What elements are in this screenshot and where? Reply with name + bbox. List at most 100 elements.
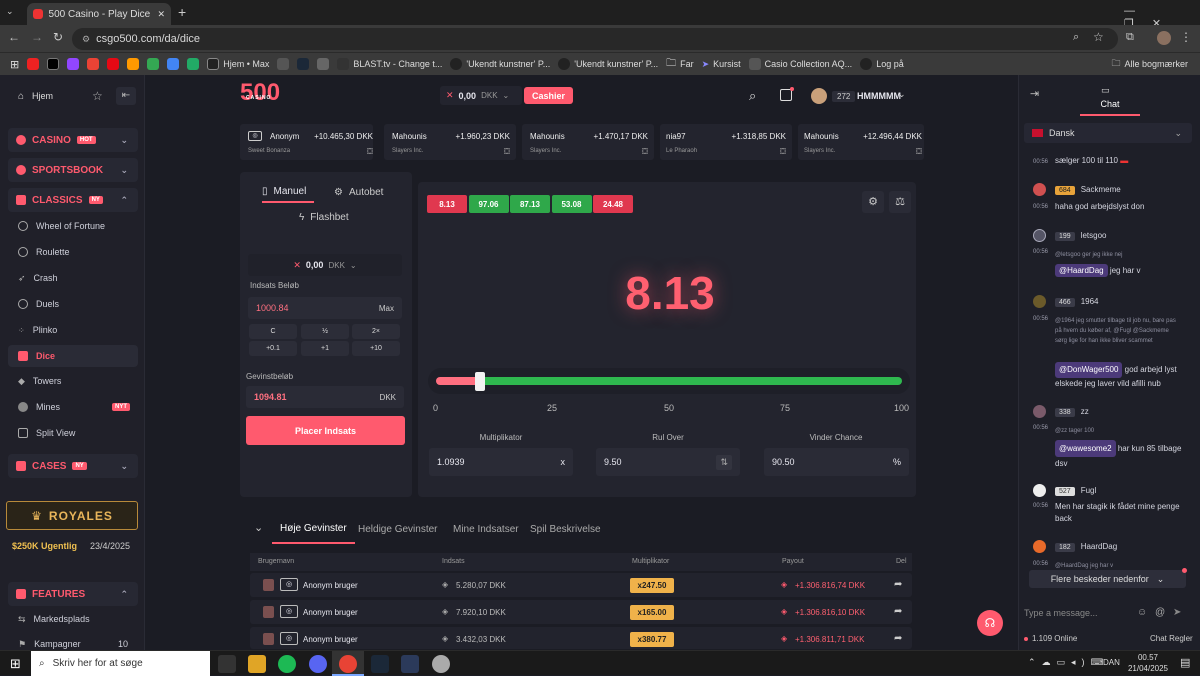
drive-icon[interactable]	[147, 58, 160, 70]
task-view-icon[interactable]	[218, 655, 236, 673]
app-icon[interactable]	[432, 655, 450, 673]
user-avatar[interactable]	[1033, 484, 1046, 497]
zoom-icon[interactable]: ⌕	[1073, 31, 1079, 44]
more-messages-button[interactable]: Flere beskeder nedenfor ⌄	[1029, 570, 1186, 588]
site-logo[interactable]: 500	[240, 81, 280, 105]
sidebar-item-mines[interactable]: Mines NYT	[8, 396, 138, 418]
netflix-icon[interactable]	[107, 58, 120, 70]
user-avatar[interactable]	[1033, 183, 1046, 196]
half-button[interactable]: ½	[301, 324, 349, 339]
sidebar-item-plinko[interactable]: ⁘ Plinko	[8, 319, 138, 341]
bookmark-icon-d[interactable]	[317, 58, 330, 70]
user-avatar[interactable]	[1033, 229, 1046, 242]
share-icon[interactable]: ➦	[894, 579, 902, 590]
bookmark-4[interactable]: 🗀 Far	[666, 56, 694, 73]
bookmark-6[interactable]: Casio Collection AQ...	[748, 58, 852, 70]
forward-icon[interactable]: →	[31, 30, 43, 44]
mention-tag[interactable]: @wawesome2	[1055, 440, 1116, 457]
history-chip[interactable]: 87.13	[510, 195, 550, 213]
sidebar-item-dice[interactable]: Dice	[8, 345, 138, 367]
youtube-icon[interactable]	[27, 58, 40, 70]
sidebar-item-split-view[interactable]: Split View	[8, 422, 138, 444]
ticker-item[interactable]: Mahounis Slayers Inc. +1.470,17 DKK ⛋	[522, 124, 654, 160]
file-explorer-icon[interactable]	[248, 655, 266, 673]
multiplier-input[interactable]: 1.0939 x	[429, 448, 573, 476]
message-user[interactable]: 1964	[1081, 297, 1099, 306]
search-icon[interactable]: ⌕	[749, 88, 756, 104]
close-tab-icon[interactable]: ✕	[157, 9, 165, 20]
sidebar-item-roulette[interactable]: Roulette	[8, 241, 138, 263]
steam-icon[interactable]	[371, 655, 389, 673]
ticker-item[interactable]: Mahounis Slayers Inc. +12.496,44 DKK ⛋	[798, 124, 924, 160]
bookmark-3[interactable]: 'Ukendt kunstner' P...	[558, 58, 658, 70]
ticker-item[interactable]: nia97 Le Pharaoh +1.318,85 DKK ⛋	[660, 124, 792, 160]
input-language[interactable]: DAN	[1103, 658, 1120, 667]
app-icon[interactable]	[401, 655, 419, 673]
user-avatar[interactable]	[811, 88, 827, 104]
max-button[interactable]: Max	[379, 304, 394, 313]
user-avatar[interactable]	[1033, 540, 1046, 553]
sidebar-sportsbook[interactable]: SPORTSBOOK ⌄	[8, 158, 138, 182]
back-icon[interactable]: ←	[8, 30, 20, 44]
share-icon[interactable]: ➦	[894, 633, 902, 644]
favorites-star-icon[interactable]: ☆	[92, 89, 103, 103]
steam-icon[interactable]	[297, 58, 310, 70]
notifications-icon[interactable]: ▤	[1180, 656, 1190, 669]
chrome-taskbar-item[interactable]	[332, 651, 364, 676]
tab-list-icon[interactable]: ⌄	[6, 6, 14, 17]
clock-time[interactable]: 00.57	[1128, 653, 1168, 662]
collapse-sidebar-icon[interactable]: ⇤	[116, 87, 136, 105]
bookmark-icon-b[interactable]	[187, 58, 200, 70]
share-icon[interactable]: ➦	[894, 606, 902, 617]
sidebar-classics[interactable]: CLASSICS NY ⌃	[8, 188, 138, 212]
extensions-icon[interactable]: ⧉	[1126, 31, 1134, 44]
royales-banner[interactable]: ♛ ROYALES	[6, 501, 138, 530]
sidebar-features[interactable]: FEATURES ⌃	[8, 582, 138, 606]
balance-selector[interactable]: ✕ 0,00 DKK ⌄	[440, 86, 522, 105]
menu-icon[interactable]: ⋮	[1180, 30, 1192, 44]
chat-title[interactable]: Chat	[1090, 99, 1130, 109]
user-avatar[interactable]	[1033, 295, 1046, 308]
sidebar-item-duels[interactable]: Duels	[8, 293, 138, 315]
settings-gear-icon[interactable]: ⚙	[862, 191, 884, 213]
browser-tab[interactable]: 500 Casino - Play Dice Game O ✕	[27, 3, 171, 25]
clear-button[interactable]: C	[249, 324, 297, 339]
double-button[interactable]: 2×	[352, 324, 400, 339]
tab-my-bets[interactable]: Mine Indsatser	[453, 514, 519, 544]
history-chip[interactable]: 24.48	[593, 195, 633, 213]
sidebar-cases[interactable]: CASES NY ⌄	[8, 454, 138, 478]
gmail-icon[interactable]	[87, 58, 100, 70]
bookmark-7[interactable]: Log på	[860, 58, 904, 70]
history-chip[interactable]: 53.08	[551, 195, 592, 213]
tab-autobet[interactable]: ⚙ Autobet	[334, 181, 383, 203]
bet-amount-input[interactable]: 1000.84 Max	[248, 297, 402, 319]
system-tray-icons[interactable]: ⌃☁▭◂)⌨	[1028, 657, 1110, 668]
twitch-icon[interactable]	[67, 58, 80, 70]
fairness-scale-icon[interactable]: ⚖	[889, 191, 911, 213]
add-1-button[interactable]: +1	[301, 341, 349, 356]
place-bet-button[interactable]: Placer Indsats	[246, 416, 405, 445]
cashier-button[interactable]: Cashier	[524, 87, 573, 104]
message-user[interactable]: HaardDag	[1081, 542, 1117, 551]
sidebar-item-crash[interactable]: ➶ Crash	[8, 267, 138, 289]
ticker-item[interactable]: ◎ Anonym Sweet Bonanza +10.465,30 DKK ⛋	[240, 124, 373, 160]
docs-icon[interactable]	[167, 58, 180, 70]
chevron-down-icon[interactable]: ⌄	[898, 89, 906, 100]
message-user[interactable]: Fugl	[1081, 486, 1097, 495]
bookmark-2[interactable]: 'Ukendt kunstner' P...	[450, 58, 550, 70]
chat-language-select[interactable]: Dansk ⌄	[1024, 123, 1192, 143]
sidebar-casino[interactable]: CASINO HOT ⌄	[8, 128, 138, 152]
ticker-item[interactable]: Mahounis Slayers Inc. +1.960,23 DKK ⛋	[384, 124, 516, 160]
bookmark-icon-a[interactable]	[127, 58, 140, 70]
windows-start-icon[interactable]: ⊞	[10, 656, 21, 672]
bookmark-star-icon[interactable]: ☆	[1093, 30, 1104, 44]
discord-icon[interactable]	[309, 655, 327, 673]
bookmark-0[interactable]: Hjem • Max	[207, 58, 269, 70]
tab-high-wins[interactable]: Høje Gevinster	[272, 514, 355, 544]
bookmark-1[interactable]: BLAST.tv - Change t...	[337, 58, 442, 70]
user-avatar[interactable]	[1033, 405, 1046, 418]
message-user[interactable]: letsgoo	[1081, 231, 1107, 240]
roll-over-input[interactable]: 9.50 ⇅	[596, 448, 740, 476]
mention-icon[interactable]: @	[1155, 607, 1165, 618]
sidebar-item-towers[interactable]: ◆ Towers	[8, 370, 138, 392]
